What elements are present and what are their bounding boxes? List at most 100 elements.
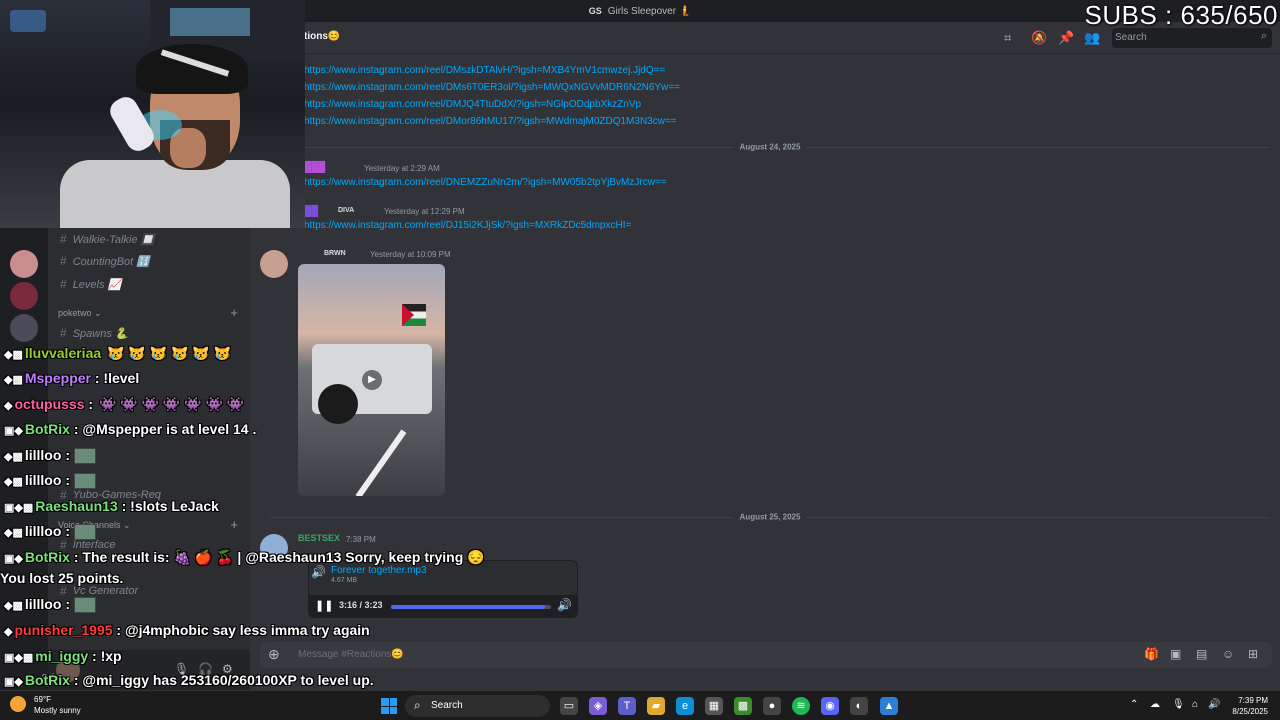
chat-user: lillloo [24, 472, 62, 488]
badge-icons: ◆▩ [4, 349, 23, 361]
message-link[interactable]: https://www.instagram.com/reel/DMs6T0ER3… [304, 82, 680, 93]
system-clock[interactable]: 7:39 PM 8/25/2025 [1222, 695, 1268, 717]
badge-icons: ◆ [4, 626, 13, 638]
audio-progress-fill [391, 605, 546, 609]
message-link[interactable]: https://www.instagram.com/reel/DJ15i2KJj… [304, 220, 631, 231]
chat-text: : [65, 523, 70, 539]
chat-text: : !xp [92, 648, 122, 664]
channel-label: Levels 📈 [72, 278, 122, 291]
copilot-icon[interactable]: ◈ [589, 697, 607, 715]
category-poketwo[interactable]: poketwo ⌄ [58, 308, 102, 319]
video-thumbnail-detail [402, 304, 414, 326]
task-view-icon[interactable]: ▭ [560, 697, 578, 715]
edge-icon[interactable]: e [676, 697, 694, 715]
add-channel-icon[interactable]: + [230, 517, 238, 532]
role-tag: DIVA [338, 207, 355, 214]
message-composer[interactable]: ⊕ Message #Reactions😊 🎁 ▣ ▤ ☺ ⊞ [260, 642, 1272, 668]
webcam-background [170, 8, 250, 36]
teams-icon[interactable]: T [618, 697, 636, 715]
chat-text: : [65, 447, 70, 463]
channel-title: tions😊 [304, 31, 341, 42]
volume-icon[interactable]: 🔊 [557, 598, 572, 612]
volume-icon[interactable]: 🔊 [1208, 699, 1220, 710]
discord-icon[interactable]: ◉ [821, 697, 839, 715]
audio-file-icon: 🔊 [311, 565, 326, 579]
chat-user: BotRix [24, 672, 70, 688]
clock-time: 7:39 PM [1238, 696, 1268, 705]
channel-item[interactable]: # CountingBot 🔢 [60, 254, 150, 268]
audio-seek-bar[interactable] [391, 605, 551, 609]
emoji-icon[interactable]: ☺ [1222, 647, 1234, 661]
badge-icons: ▣◆ [4, 553, 23, 565]
message-author[interactable]: BESTSEX [298, 533, 340, 543]
taskbar-search[interactable]: ⌕ Search [405, 695, 550, 717]
server-icon[interactable] [10, 250, 38, 278]
chat-line: You lost 25 points. [0, 570, 123, 586]
channel-item[interactable]: # Walkie-Talkie 🔲 [60, 232, 154, 246]
emote-image [73, 597, 96, 614]
chat-user: lluvvaleriaa [24, 345, 102, 361]
gift-icon[interactable]: 🎁 [1144, 647, 1159, 661]
message-timestamp: Yesterday at 2:29 AM [364, 164, 440, 173]
cloud-icon[interactable]: ☁ [1150, 699, 1160, 710]
chat-line: ▣◆ BotRix : @mi_iggy has 253160/260100XP … [4, 672, 374, 688]
message-author[interactable]: ██ [304, 206, 318, 217]
chat-user: BotRix [24, 549, 70, 565]
sun-icon [10, 696, 26, 712]
app-icon[interactable]: ◐ [850, 697, 868, 715]
play-icon[interactable]: ▶ [362, 370, 382, 390]
message-author[interactable]: ███ [304, 162, 325, 173]
chat-text: : @Mspepper is at level 14 . [73, 421, 257, 437]
message-timestamp: 7:38 PM [346, 535, 376, 544]
pause-icon[interactable]: ❚❚ [315, 599, 333, 612]
message-link[interactable]: https://www.instagram.com/reel/DMJQ4TtuD… [304, 99, 641, 110]
avatar[interactable] [260, 250, 288, 278]
message-link[interactable]: https://www.instagram.com/reel/DNEMZZuNn… [304, 177, 667, 188]
chat-line: ◆▩ lillloo : [4, 447, 96, 465]
add-channel-icon[interactable]: + [230, 305, 238, 320]
mic-icon[interactable]: 🎙 [1172, 699, 1185, 710]
date-label: August 24, 2025 [733, 142, 807, 152]
hash-icon: # [60, 277, 67, 291]
badge-icons: ▣◆ [4, 425, 23, 437]
audio-file-size: 4.67 MB [331, 577, 358, 584]
chat-line: ◆▩ lillloo : [4, 472, 96, 490]
channel-item[interactable]: # Levels 📈 [60, 277, 121, 291]
server-icon[interactable] [10, 282, 38, 310]
minecraft-icon[interactable]: ▩ [734, 697, 752, 715]
chat-text: : [65, 472, 70, 488]
spotify-icon[interactable]: ≋ [792, 697, 810, 715]
apps-icon[interactable]: ⊞ [1248, 647, 1258, 661]
chat-text: You lost 25 points. [0, 570, 124, 586]
emote-image [73, 473, 96, 490]
gif-icon[interactable]: ▣ [1170, 647, 1181, 661]
chat-text: : [88, 396, 94, 412]
file-explorer-icon[interactable]: ▰ [647, 697, 665, 715]
windows-start-icon[interactable] [381, 698, 397, 714]
channel-item[interactable]: # Spawns 🐍 [60, 326, 129, 340]
chevron-up-icon[interactable]: ⌃ [1130, 699, 1138, 710]
store-icon[interactable]: ▦ [705, 697, 723, 715]
video-attachment[interactable]: ▶ [298, 264, 445, 496]
chat-text: : The result is: 🍇 🍎 🍒 | @Raeshaun13 Sor… [73, 549, 485, 565]
search-input[interactable]: Search ⌕ [1112, 28, 1272, 48]
add-attachment-icon[interactable]: ⊕ [268, 646, 280, 663]
audio-time: 3:16 / 3:23 [339, 600, 383, 610]
pin-icon[interactable]: 📌 [1058, 30, 1074, 46]
chat-user: mi_iggy [35, 648, 89, 664]
app-icon[interactable]: ▲ [880, 697, 898, 715]
weather-widget[interactable]: 69°F Mostly sunny [10, 694, 81, 716]
audio-file-name[interactable]: Forever together.mp3 [331, 565, 427, 576]
chat-text: : @mi_iggy has 253160/260100XP to level … [73, 672, 374, 688]
sticker-icon[interactable]: ▤ [1196, 647, 1207, 661]
notification-bell-icon[interactable]: 🔕 [1031, 30, 1047, 46]
network-icon[interactable]: ⌂ [1192, 699, 1198, 710]
server-icon[interactable] [10, 314, 38, 342]
chat-text: : [65, 596, 70, 612]
message-link[interactable]: https://www.instagram.com/reel/DMszkDTAl… [304, 65, 665, 76]
app-icon[interactable]: ● [763, 697, 781, 715]
member-list-icon[interactable]: 👥 [1084, 30, 1100, 46]
message-link[interactable]: https://www.instagram.com/reel/DMor86hMU… [304, 116, 677, 127]
threads-icon[interactable]: ⌗ [1004, 30, 1011, 46]
chat-text: : !slots LeJack [121, 498, 219, 514]
